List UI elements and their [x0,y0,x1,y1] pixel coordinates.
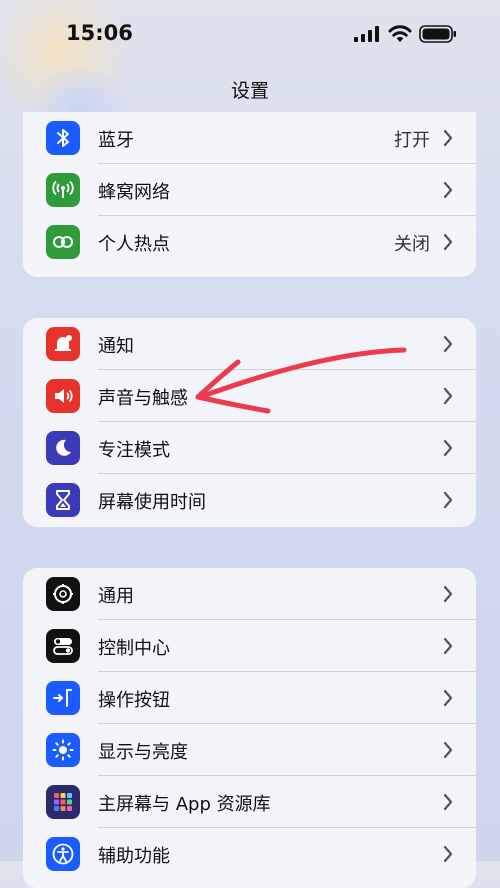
settings-row-label: 蜂窝网络 [98,182,170,203]
gear-icon [46,577,80,611]
settings-row-label: 声音与触感 [98,388,188,409]
bluetooth-icon [46,121,80,155]
settings-row-label: 通知 [98,336,134,357]
settings-row-display[interactable]: 显示与亮度 [23,724,476,776]
settings-row-action-button[interactable]: 操作按钮 [23,672,476,724]
switches-icon [46,629,80,663]
settings-row-control-center[interactable]: 控制中心 [23,620,476,672]
settings-row-label: 主屏幕与 App 资源库 [98,794,271,815]
hourglass-icon [46,483,80,517]
settings-row-focus[interactable]: 专注模式 [23,422,476,474]
hotspot-icon [46,225,80,259]
chevron-right-icon [443,335,453,353]
settings-row-bluetooth[interactable]: 蓝牙 打开 [23,112,476,164]
chevron-right-icon [443,637,453,655]
settings-row-accessibility[interactable]: 辅助功能 [23,828,476,880]
sun-icon [46,733,80,767]
chevron-right-icon [443,585,453,603]
wifi-icon [388,25,412,42]
chevron-right-icon [443,387,453,405]
settings-row-label: 屏幕使用时间 [98,492,206,513]
chevron-right-icon [443,233,453,251]
settings-row-hotspot[interactable]: 个人热点 关闭 [23,216,476,268]
notification-icon [46,327,80,361]
chevron-right-icon [443,741,453,759]
settings-group-notifications: 通知 声音与触感 专注模式 屏幕使用时间 [23,318,476,527]
settings-row-label: 蓝牙 [98,130,134,151]
settings-row-label: 专注模式 [98,440,170,461]
settings-row-label: 显示与亮度 [98,742,188,763]
chevron-right-icon [443,439,453,457]
settings-row-notifications[interactable]: 通知 [23,318,476,370]
chevron-right-icon [443,181,453,199]
settings-row-cellular[interactable]: 蜂窝网络 [23,164,476,216]
settings-row-label: 个人热点 [98,234,170,255]
chevron-right-icon [443,491,453,509]
page-title: 设置 [230,80,269,102]
status-bar: 15:06 [0,0,500,70]
cellular-signal-icon [354,26,379,42]
chevron-right-icon [443,689,453,707]
settings-row-general[interactable]: 通用 [23,568,476,620]
settings-group-general: 通用 控制中心 操作按钮 显示与亮度 主屏幕与 App 资源库 辅助功能 [23,568,476,888]
settings-row-home-screen[interactable]: 主屏幕与 App 资源库 [23,776,476,828]
battery-icon [419,25,456,43]
chevron-right-icon [443,793,453,811]
status-time: 15:06 [66,21,133,45]
action-button-icon [46,681,80,715]
moon-icon [46,431,80,465]
cellular-icon [46,173,80,207]
settings-row-label: 控制中心 [98,638,170,659]
speaker-icon [46,379,80,413]
settings-row-sounds[interactable]: 声音与触感 [23,370,476,422]
settings-row-label: 操作按钮 [98,690,170,711]
settings-row-screen-time[interactable]: 屏幕使用时间 [23,474,476,526]
settings-row-value: 关闭 [394,234,430,255]
settings-row-label: 通用 [98,586,134,607]
settings-row-label: 辅助功能 [98,846,170,867]
accessibility-icon [46,837,80,871]
home-screen-icon [46,785,80,819]
settings-row-value: 打开 [394,130,430,151]
chevron-right-icon [443,129,453,147]
settings-group-connectivity: 蓝牙 打开 蜂窝网络 个人热点 关闭 [23,112,476,277]
chevron-right-icon [443,845,453,863]
